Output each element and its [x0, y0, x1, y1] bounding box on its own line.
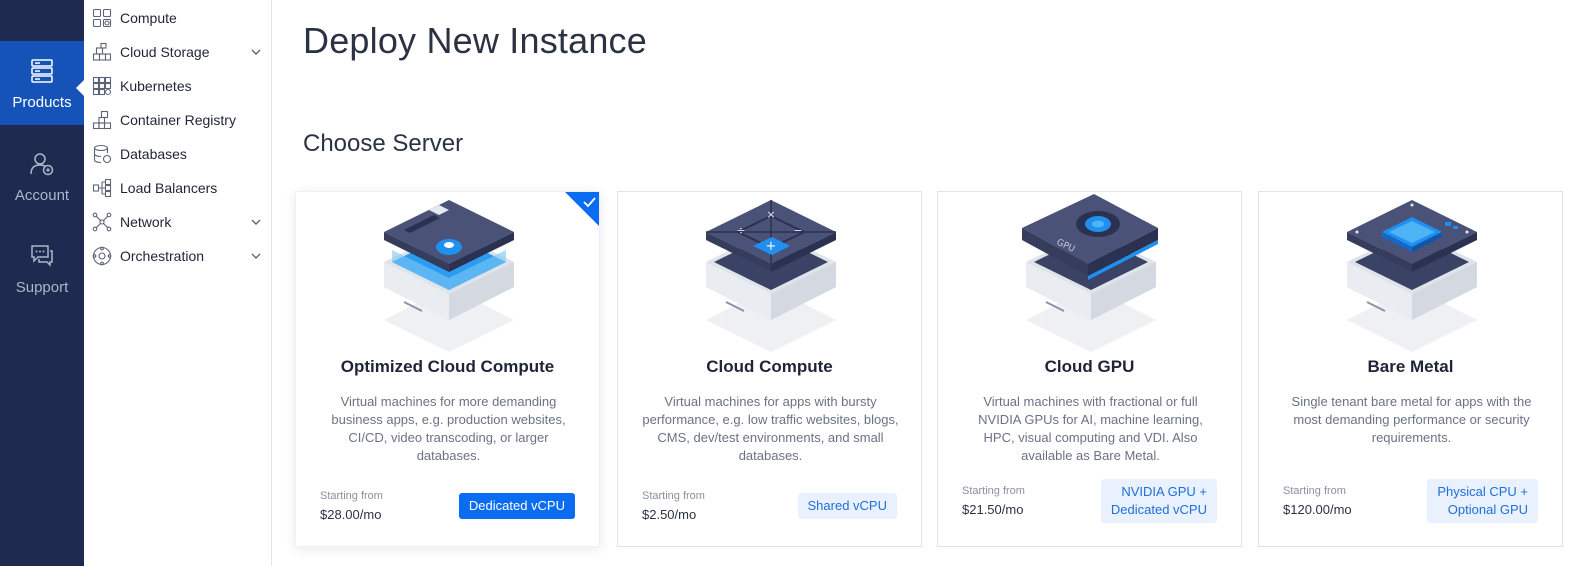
subnav-item-cloud-storage[interactable]: Cloud Storage	[84, 35, 272, 69]
card-title: Optimized Cloud Compute	[340, 357, 555, 376]
cpu-type-badge: NVIDIA GPU + Dedicated vCPU	[1100, 479, 1217, 523]
kubernetes-icon	[92, 76, 112, 96]
cpu-type-badge: Shared vCPU	[797, 493, 897, 519]
main-content: Deploy New Instance Choose Server Optimi…	[272, 0, 1577, 566]
server-card-bare-metal[interactable]: Bare Metal Single tenant bare metal for …	[1258, 191, 1563, 547]
card-price: $2.50/mo	[642, 507, 697, 522]
user-icon	[27, 149, 57, 179]
card-title: Bare Metal	[1367, 357, 1454, 376]
svg-text:−: −	[793, 224, 802, 237]
starting-from-label: Starting from	[642, 490, 705, 502]
active-pointer	[76, 80, 84, 96]
database-icon	[92, 144, 112, 164]
subnav-item-compute[interactable]: Compute	[84, 1, 272, 35]
chevron-down-icon[interactable]	[250, 46, 262, 58]
subnav-item-label: Load Balancers	[120, 180, 218, 196]
rail-item-support[interactable]: Support	[0, 226, 84, 310]
subnav-item-label: Container Registry	[120, 112, 236, 128]
subnav-item-load-balancers[interactable]: Load Balancers	[84, 171, 272, 205]
storage-icon	[92, 42, 112, 62]
card-description: Single tenant bare metal for apps with t…	[1291, 394, 1532, 445]
subnav-item-label: Orchestration	[120, 248, 205, 264]
optimized-compute-illustration	[384, 200, 514, 352]
subnav-item-label: Kubernetes	[120, 78, 192, 94]
compute-icon	[92, 8, 112, 28]
card-price: $120.00/mo	[1283, 502, 1352, 517]
page-title: Deploy New Instance	[303, 20, 647, 61]
server-stack-icon	[27, 56, 57, 86]
chevron-down-icon[interactable]	[250, 250, 262, 262]
svg-text:÷: ÷	[736, 224, 745, 237]
products-subnav: Compute Cloud Storage Kubernetes Contain…	[84, 0, 272, 566]
starting-from-label: Starting from	[320, 490, 383, 502]
rail-item-products[interactable]: Products	[0, 41, 84, 125]
svg-text:×: ×	[766, 208, 775, 221]
subnav-item-label: Cloud Storage	[120, 44, 210, 60]
card-title: Cloud GPU	[1044, 357, 1135, 376]
subnav-item-label: Databases	[120, 146, 187, 162]
section-title: Choose Server	[303, 130, 464, 157]
subnav-item-databases[interactable]: Databases	[84, 137, 272, 171]
rail-item-label: Products	[12, 93, 72, 111]
orchestration-icon	[92, 246, 112, 266]
card-price: $28.00/mo	[320, 507, 382, 522]
subnav-item-kubernetes[interactable]: Kubernetes	[84, 69, 272, 103]
starting-from-label: Starting from	[1283, 485, 1346, 497]
rail-item-account[interactable]: Account	[0, 134, 84, 218]
selected-check-icon	[565, 192, 599, 226]
badge-line: Dedicated vCPU	[1110, 502, 1207, 517]
card-description: Virtual machines with fractional or full…	[978, 394, 1203, 463]
card-price: $21.50/mo	[962, 502, 1024, 517]
server-card-cloud-gpu[interactable]: GPU Cloud GPU Virtual machines with frac…	[937, 191, 1242, 547]
server-card-cloud-compute[interactable]: × ÷ − + Cloud Compute Virtual machines f…	[617, 191, 922, 547]
card-description: Virtual machines for apps with bursty pe…	[642, 394, 899, 463]
cloud-compute-illustration: × ÷ − +	[706, 200, 836, 352]
cpu-type-badge: Dedicated vCPU	[458, 493, 575, 519]
card-description: Virtual machines for more demanding busi…	[331, 394, 566, 463]
card-title: Cloud Compute	[706, 357, 833, 376]
registry-icon	[92, 110, 112, 130]
badge-line: NVIDIA GPU +	[1121, 484, 1207, 499]
network-icon	[92, 212, 112, 232]
subnav-item-label: Network	[120, 214, 172, 230]
bare-metal-illustration	[1347, 200, 1477, 352]
badge-line: Optional GPU	[1447, 502, 1528, 517]
rail-item-label: Account	[14, 186, 70, 204]
badge-line: Physical CPU +	[1437, 484, 1528, 499]
load-balancer-icon	[92, 178, 112, 198]
gpu-illustration: GPU	[1022, 194, 1158, 352]
server-card-optimized-cloud-compute[interactable]: Optimized Cloud Compute Virtual machines…	[295, 191, 600, 547]
cpu-type-badge: Physical CPU + Optional GPU	[1427, 479, 1538, 523]
subnav-item-network[interactable]: Network	[84, 205, 272, 239]
rail-item-label: Support	[15, 278, 69, 296]
subnav-item-label: Compute	[120, 10, 177, 26]
chat-icon	[27, 241, 57, 271]
main-rail: Products Account Support	[0, 0, 84, 566]
subnav-item-orchestration[interactable]: Orchestration	[84, 239, 272, 273]
starting-from-label: Starting from	[962, 485, 1025, 497]
subnav-item-container-registry[interactable]: Container Registry	[84, 103, 272, 137]
chevron-down-icon[interactable]	[250, 216, 262, 228]
svg-text:+: +	[766, 239, 777, 254]
